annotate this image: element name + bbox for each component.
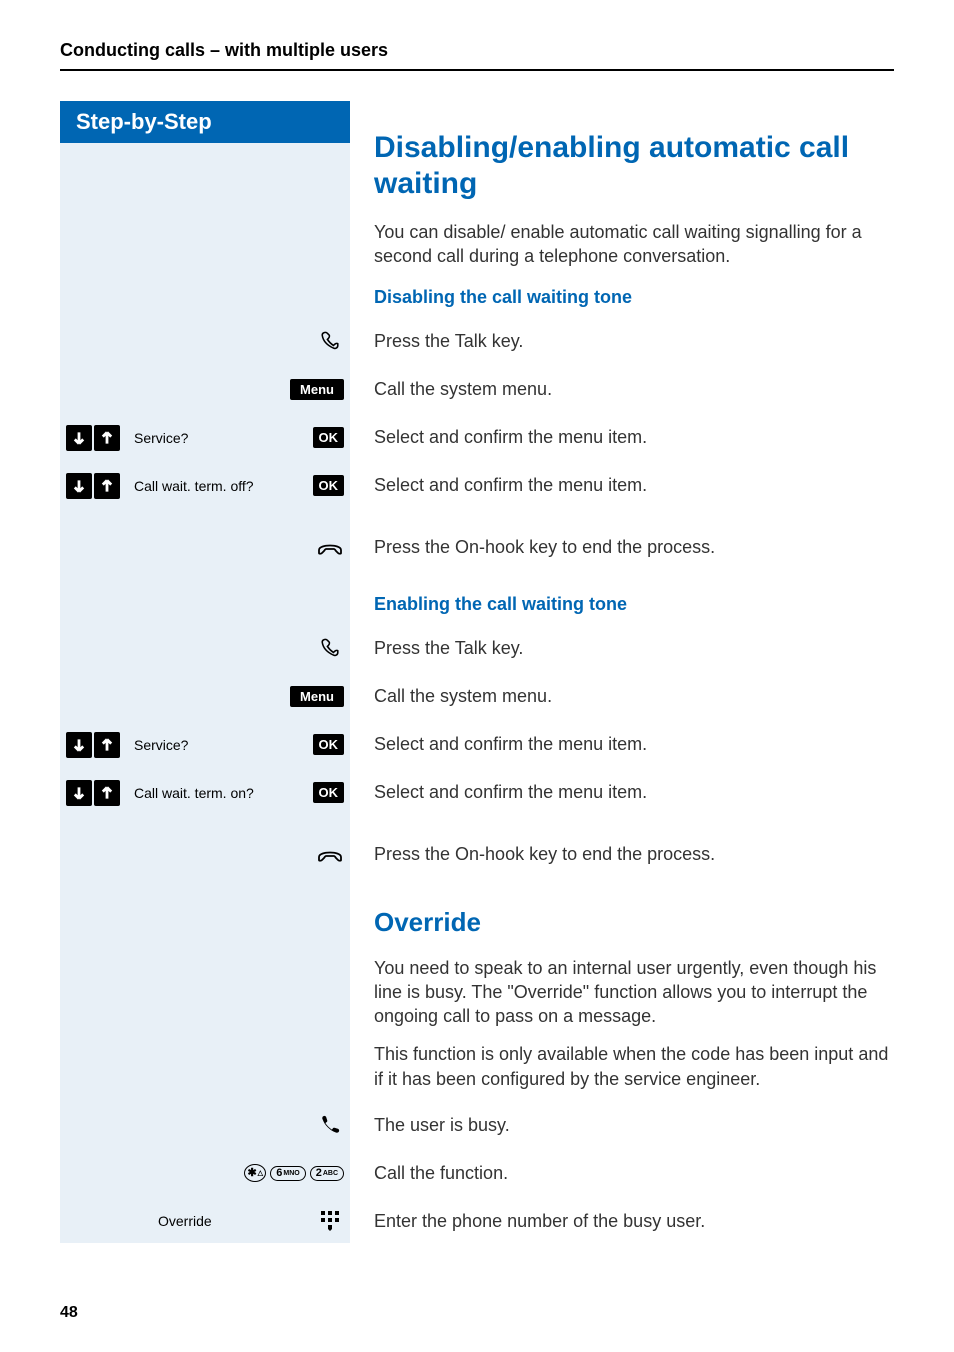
handset-icon <box>316 1111 344 1139</box>
subheading-disable: Disabling the call waiting tone <box>374 287 894 308</box>
step-enter-number: Enter the phone number of the busy user. <box>350 1211 894 1232</box>
nav-down-icon[interactable] <box>66 425 92 451</box>
dial-code[interactable]: ✱△ 6MNO 2ABC <box>244 1164 344 1182</box>
key-2-label: 2 <box>316 1168 322 1179</box>
menu-item-cw-on: Call wait. term. on? <box>126 785 307 801</box>
ok-softkey[interactable]: OK <box>313 475 345 496</box>
menu-softkey[interactable]: Menu <box>290 379 344 400</box>
section-title-override: Override <box>374 907 894 938</box>
step-select-confirm: Select and confirm the menu item. <box>350 475 894 496</box>
step-select-confirm: Select and confirm the menu item. <box>350 734 894 755</box>
step-press-onhook: Press the On-hook key to end the process… <box>350 844 894 865</box>
step-call-system: Call the system menu. <box>350 686 894 707</box>
talk-key-icon <box>316 328 344 356</box>
step-call-system: Call the system menu. <box>350 379 894 400</box>
menu-item-service: Service? <box>126 430 307 446</box>
talk-key-icon <box>316 635 344 663</box>
display-label-override: Override <box>150 1213 310 1229</box>
ok-softkey[interactable]: OK <box>313 782 345 803</box>
nav-up-icon[interactable] <box>94 473 120 499</box>
nav-keys[interactable] <box>66 780 120 806</box>
section-title-call-waiting: Disabling/enabling automatic call waitin… <box>374 130 894 202</box>
key-6-sup: MNO <box>283 1170 299 1177</box>
onhook-key-icon <box>316 534 344 562</box>
ok-softkey[interactable]: OK <box>313 427 345 448</box>
key-star[interactable]: ✱△ <box>244 1164 266 1182</box>
nav-down-icon[interactable] <box>66 780 92 806</box>
page-number: 48 <box>60 1304 78 1322</box>
step-select-confirm: Select and confirm the menu item. <box>350 427 894 448</box>
step-press-talk: Press the Talk key. <box>350 331 894 352</box>
ok-softkey[interactable]: OK <box>313 734 345 755</box>
step-call-function: Call the function. <box>350 1163 894 1184</box>
menu-item-service: Service? <box>126 737 307 753</box>
step-press-onhook: Press the On-hook key to end the process… <box>350 537 894 558</box>
override-p1: You need to speak to an internal user ur… <box>374 956 894 1029</box>
nav-down-icon[interactable] <box>66 473 92 499</box>
header-rule <box>60 69 894 71</box>
step-user-busy: The user is busy. <box>350 1115 894 1136</box>
step-press-talk: Press the Talk key. <box>350 638 894 659</box>
nav-keys[interactable] <box>66 732 120 758</box>
key-star-label: ✱ <box>247 1168 256 1179</box>
step-select-confirm: Select and confirm the menu item. <box>350 782 894 803</box>
page-header: Conducting calls – with multiple users <box>60 40 894 61</box>
nav-keys[interactable] <box>66 425 120 451</box>
key-2-sup: ABC <box>323 1170 338 1177</box>
key-2[interactable]: 2ABC <box>310 1166 344 1181</box>
key-6[interactable]: 6MNO <box>270 1166 305 1181</box>
nav-up-icon[interactable] <box>94 732 120 758</box>
nav-up-icon[interactable] <box>94 780 120 806</box>
menu-item-cw-off: Call wait. term. off? <box>126 478 307 494</box>
menu-softkey[interactable]: Menu <box>290 686 344 707</box>
keypad-icon <box>316 1207 344 1235</box>
override-p2: This function is only available when the… <box>374 1042 894 1091</box>
section-intro: You can disable/ enable automatic call w… <box>374 220 894 269</box>
nav-keys[interactable] <box>66 473 120 499</box>
subheading-enable: Enabling the call waiting tone <box>374 594 894 615</box>
onhook-key-icon <box>316 841 344 869</box>
nav-up-icon[interactable] <box>94 425 120 451</box>
key-6-label: 6 <box>276 1168 282 1179</box>
nav-down-icon[interactable] <box>66 732 92 758</box>
